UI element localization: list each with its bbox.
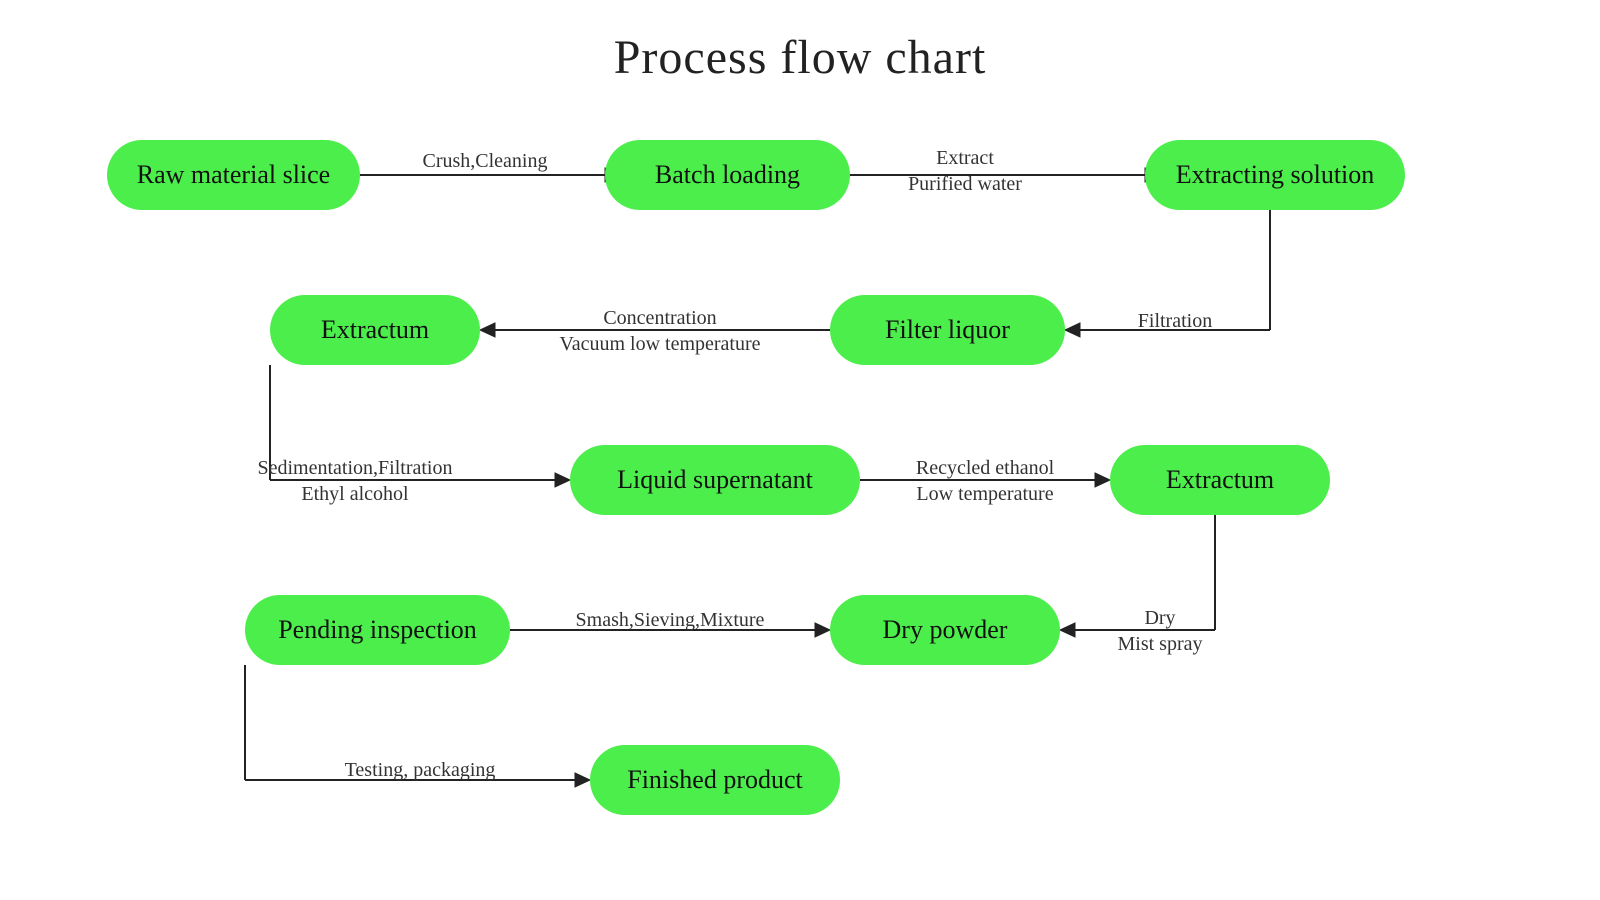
pending-inspection-node: Pending inspection [245, 595, 510, 665]
dry-powder-node: Dry powder [830, 595, 1060, 665]
finished-product-node: Finished product [590, 745, 840, 815]
concentration-vacuum-label: Concentration Vacuum low temperature [495, 305, 825, 357]
dry-mist-label: Dry Mist spray [1080, 605, 1240, 657]
batch-loading-node: Batch loading [605, 140, 850, 210]
liquid-supernatant-node: Liquid supernatant [570, 445, 860, 515]
filter-liquor-node: Filter liquor [830, 295, 1065, 365]
page-title: Process flow chart [0, 0, 1600, 85]
extractum2-node: Extractum [1110, 445, 1330, 515]
extracting-solution-node: Extracting solution [1145, 140, 1405, 210]
testing-packaging-label: Testing, packaging [255, 757, 585, 783]
sedimentation-filtration-label: Sedimentation,Filtration Ethyl alcohol [160, 455, 550, 507]
recycled-ethanol-label: Recycled ethanol Low temperature [865, 455, 1105, 507]
raw-material-node: Raw material slice [107, 140, 360, 210]
crush-cleaning-label: Crush,Cleaning [375, 148, 595, 174]
extract-purified-label: Extract Purified water [865, 145, 1065, 197]
filtration-label: Filtration [1085, 308, 1265, 334]
flowchart: Raw material slice Batch loading Extract… [0, 100, 1600, 900]
smash-sieving-label: Smash,Sieving,Mixture [515, 607, 825, 633]
extractum1-node: Extractum [270, 295, 480, 365]
